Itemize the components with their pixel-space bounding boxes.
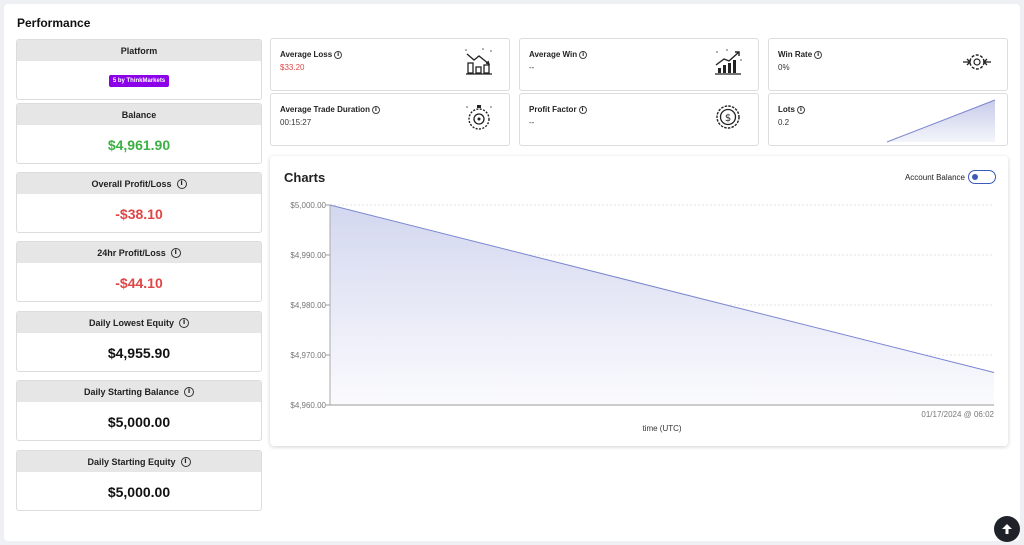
daily-lowest-equity-value: $4,955.90: [107, 344, 171, 361]
average-loss-card: Average Loss i $33.20: [270, 38, 510, 91]
info-icon[interactable]: i: [170, 247, 181, 258]
balance-value: $4,961.90: [107, 136, 171, 153]
arrow-up-icon: [1002, 524, 1012, 534]
info-icon[interactable]: i: [796, 105, 805, 114]
info-icon[interactable]: i: [176, 178, 187, 189]
average-trade-duration-label: Average Trade Duration: [280, 105, 370, 114]
chart-card: Charts Account Balance $4,960.00 $4,970.0…: [270, 156, 1008, 446]
y-tick-label: $5,000.00: [290, 201, 326, 210]
y-tick-label: $4,990.00: [290, 251, 326, 260]
day-pl-value: -$44.10: [115, 274, 163, 291]
performance-page: Performance Platform 5 by ThinkMarkets B…: [4, 4, 1020, 542]
overall-pl-value: -$38.10: [115, 205, 163, 222]
win-rate-label: Win Rate: [778, 50, 813, 59]
info-icon[interactable]: i: [579, 50, 588, 59]
y-tick-label: $4,970.00: [290, 351, 326, 360]
svg-text:$: $: [725, 113, 731, 124]
lots-value: 0.2: [778, 118, 790, 127]
average-win-label: Average Win: [529, 50, 578, 59]
daily-lowest-equity-label: Daily Lowest Equity: [88, 317, 175, 328]
sparkline-icon: [887, 99, 996, 143]
overall-pl-label: Overall Profit/Loss: [91, 178, 172, 189]
platform-card: Platform 5 by ThinkMarkets: [16, 39, 262, 100]
x-axis-label: time (UTC): [642, 424, 681, 433]
daily-lowest-equity-card: Daily Lowest Equity i $4,955.90: [16, 311, 262, 372]
average-trade-duration-value: 00:15:27: [280, 118, 312, 127]
x-tick-label: 01/17/2024 @ 06:02: [921, 410, 994, 419]
dollar-coin-icon: $: [716, 105, 740, 129]
bar-chart-down-icon: [465, 48, 492, 75]
daily-starting-equity-label: Daily Starting Equity: [87, 456, 176, 467]
average-win-card: Average Win i --: [519, 38, 759, 91]
average-trade-duration-card: Average Trade Duration i 00:15:27: [270, 93, 510, 146]
average-loss-label: Average Loss: [280, 50, 333, 59]
y-tick-label: $4,980.00: [290, 301, 326, 310]
average-win-value: --: [529, 63, 535, 72]
balance-chart: $4,960.00 $4,970.00 $4,980.00 $4,990.00 $5,0…: [290, 201, 994, 433]
gear-arrows-icon: [963, 54, 991, 70]
profit-factor-label: Profit Factor: [529, 105, 577, 114]
overall-pl-card: Overall Profit/Loss i -$38.10: [16, 172, 262, 233]
profit-factor-card: Profit Factor i -- $: [519, 93, 759, 146]
daily-starting-balance-card: Daily Starting Balance i $5,000.00: [16, 380, 262, 441]
daily-starting-equity-card: Daily Starting Equity i $5,000.00: [16, 450, 262, 511]
lots-label: Lots: [778, 105, 795, 114]
scroll-to-top-button[interactable]: [994, 516, 1020, 542]
daily-starting-balance-value: $5,000.00: [107, 413, 171, 430]
day-pl-label: 24hr Profit/Loss: [97, 247, 166, 258]
info-icon[interactable]: i: [334, 50, 343, 59]
profit-factor-value: --: [529, 118, 535, 127]
average-loss-value: $33.20: [280, 63, 305, 72]
daily-starting-balance-label: Daily Starting Balance: [83, 386, 180, 397]
lots-card: Lots i 0.2: [768, 93, 1008, 146]
info-icon[interactable]: i: [371, 105, 380, 114]
platform-label: Platform: [17, 40, 261, 61]
day-pl-card: 24hr Profit/Loss i -$44.10: [16, 241, 262, 302]
info-icon[interactable]: i: [180, 456, 191, 467]
stopwatch-icon: [466, 105, 492, 130]
win-rate-card: Win Rate i 0%: [768, 38, 1008, 91]
win-rate-value: 0%: [778, 63, 790, 72]
info-icon[interactable]: i: [814, 50, 823, 59]
chart-trend-up-icon: [715, 49, 742, 75]
daily-starting-equity-value: $5,000.00: [107, 483, 171, 500]
info-icon[interactable]: i: [179, 317, 190, 328]
y-tick-label: $4,960.00: [290, 401, 326, 410]
balance-card: Balance $4,961.90: [16, 103, 262, 164]
info-icon[interactable]: i: [184, 386, 195, 397]
page-title: Performance: [17, 16, 91, 30]
balance-label: Balance: [121, 109, 157, 120]
platform-badge: 5 by ThinkMarkets: [108, 74, 170, 87]
info-icon[interactable]: i: [578, 105, 587, 114]
